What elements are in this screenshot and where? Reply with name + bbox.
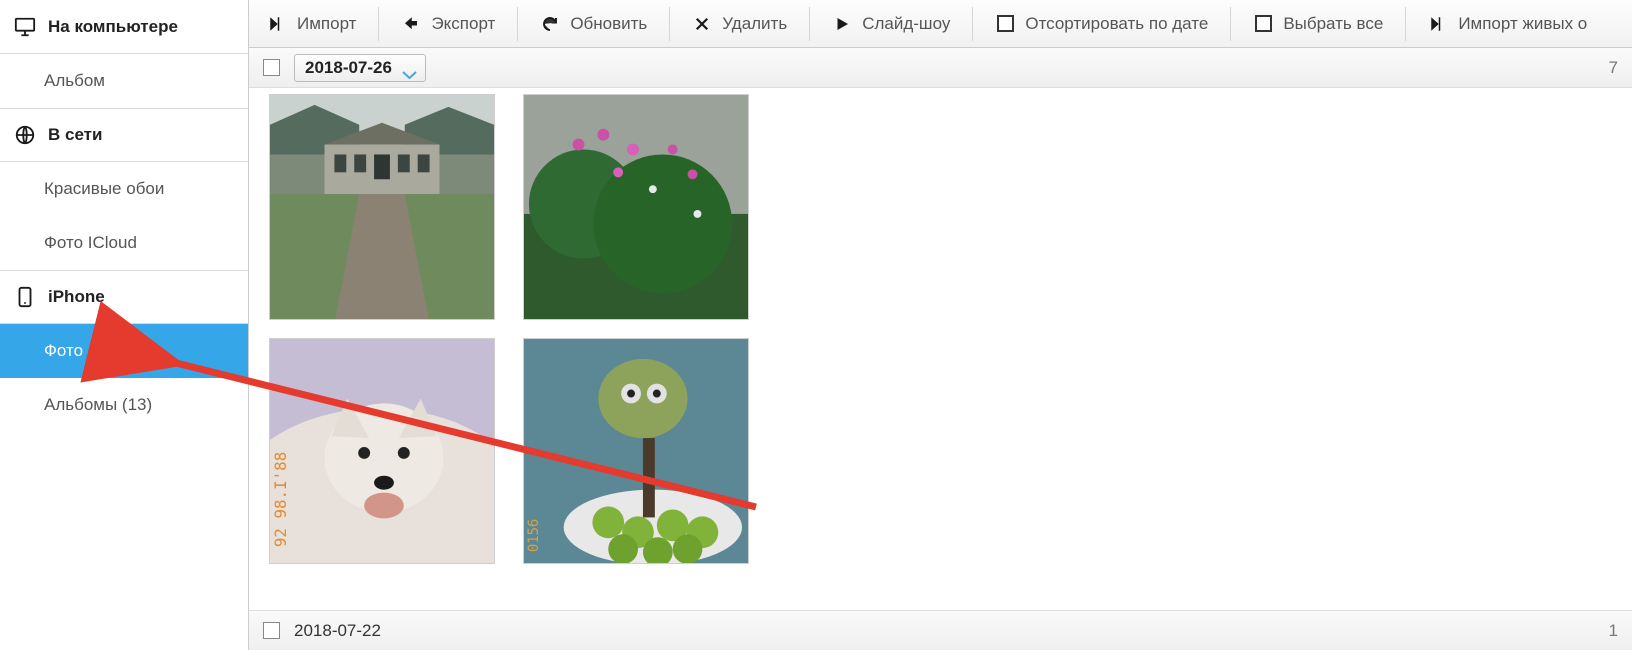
toolbar-separator [517,7,518,41]
toolbar-label: Импорт живых о [1458,14,1587,34]
toolbar: Импорт Экспорт Обновить [249,0,1632,48]
toolbar-label: Слайд-шоу [862,14,950,34]
toolbar-label: Выбрать все [1283,14,1383,34]
sidebar-item-photos[interactable]: Фото (5251) [0,324,248,378]
toolbar-separator [972,7,973,41]
group-checkbox[interactable] [263,622,280,639]
toolbar-label: Отсортировать по дате [1025,14,1208,34]
sidebar: На компьютере Альбом В сети Красивые обо… [0,0,249,650]
group-count: 1 [1609,621,1618,641]
photo-grid: 92 98.I'88 [249,88,1632,610]
toolbar-separator [1230,7,1231,41]
sidebar-section-online[interactable]: В сети [0,108,248,162]
play-icon [832,14,852,34]
toolbar-livephotos[interactable]: Импорт живых о [1410,0,1605,47]
toolbar-separator [809,7,810,41]
toolbar-separator [669,7,670,41]
sidebar-item-label: Альбом [44,71,105,91]
photo-thumbnail[interactable]: 0156 [523,338,749,564]
toolbar-label: Импорт [297,14,356,34]
export-icon [401,14,421,34]
toolbar-label: Удалить [722,14,787,34]
checkbox-icon [995,14,1015,34]
date-group-header: 2018-07-26 7 [249,48,1632,88]
photo-thumbnail[interactable] [523,94,749,320]
monitor-icon [14,16,36,38]
toolbar-refresh[interactable]: Обновить [522,0,665,47]
sidebar-item-albums[interactable]: Альбомы (13) [0,378,248,432]
svg-text:0156: 0156 [526,519,542,552]
photo-thumbnail[interactable]: 92 98.I'88 [269,338,495,564]
globe-icon [14,124,36,146]
toolbar-separator [378,7,379,41]
sidebar-item-label: Красивые обои [44,179,164,199]
date-dropdown[interactable]: 2018-07-26 [294,54,426,82]
delete-icon [692,14,712,34]
phone-icon [14,286,36,308]
date-label: 2018-07-26 [305,58,392,78]
toolbar-separator [1405,7,1406,41]
toolbar-selectall[interactable]: Выбрать все [1235,0,1401,47]
sidebar-section-computer[interactable]: На компьютере [0,0,248,54]
sidebar-item-label: Фото (5251) [44,341,137,361]
sidebar-section-iphone[interactable]: iPhone [0,270,248,324]
svg-text:92 98.I'88: 92 98.I'88 [271,452,290,547]
sidebar-item-label: Альбомы (13) [44,395,152,415]
sidebar-section-label: iPhone [48,287,105,307]
sidebar-section-label: На компьютере [48,17,178,37]
import-icon [1428,14,1448,34]
group-count: 7 [1609,58,1618,78]
sidebar-section-label: В сети [48,125,102,145]
toolbar-delete[interactable]: Удалить [674,0,805,47]
date-group-header: 2018-07-22 1 [249,610,1632,650]
date-label: 2018-07-22 [294,621,381,641]
toolbar-label: Экспорт [431,14,495,34]
toolbar-label: Обновить [570,14,647,34]
refresh-icon [540,14,560,34]
sidebar-item-wallpapers[interactable]: Красивые обои [0,162,248,216]
toolbar-sortbydate[interactable]: Отсортировать по дате [977,0,1226,47]
main-area: Импорт Экспорт Обновить [249,0,1632,650]
checkbox-icon [1253,14,1273,34]
chevron-down-icon [402,64,417,72]
toolbar-import[interactable]: Импорт [249,0,374,47]
sidebar-item-label: Фото ICloud [44,233,137,253]
group-checkbox[interactable] [263,59,280,76]
import-icon [267,14,287,34]
photo-thumbnail[interactable] [269,94,495,320]
toolbar-slideshow[interactable]: Слайд-шоу [814,0,968,47]
sidebar-item-icloud[interactable]: Фото ICloud [0,216,248,270]
toolbar-export[interactable]: Экспорт [383,0,513,47]
sidebar-item-album[interactable]: Альбом [0,54,248,108]
